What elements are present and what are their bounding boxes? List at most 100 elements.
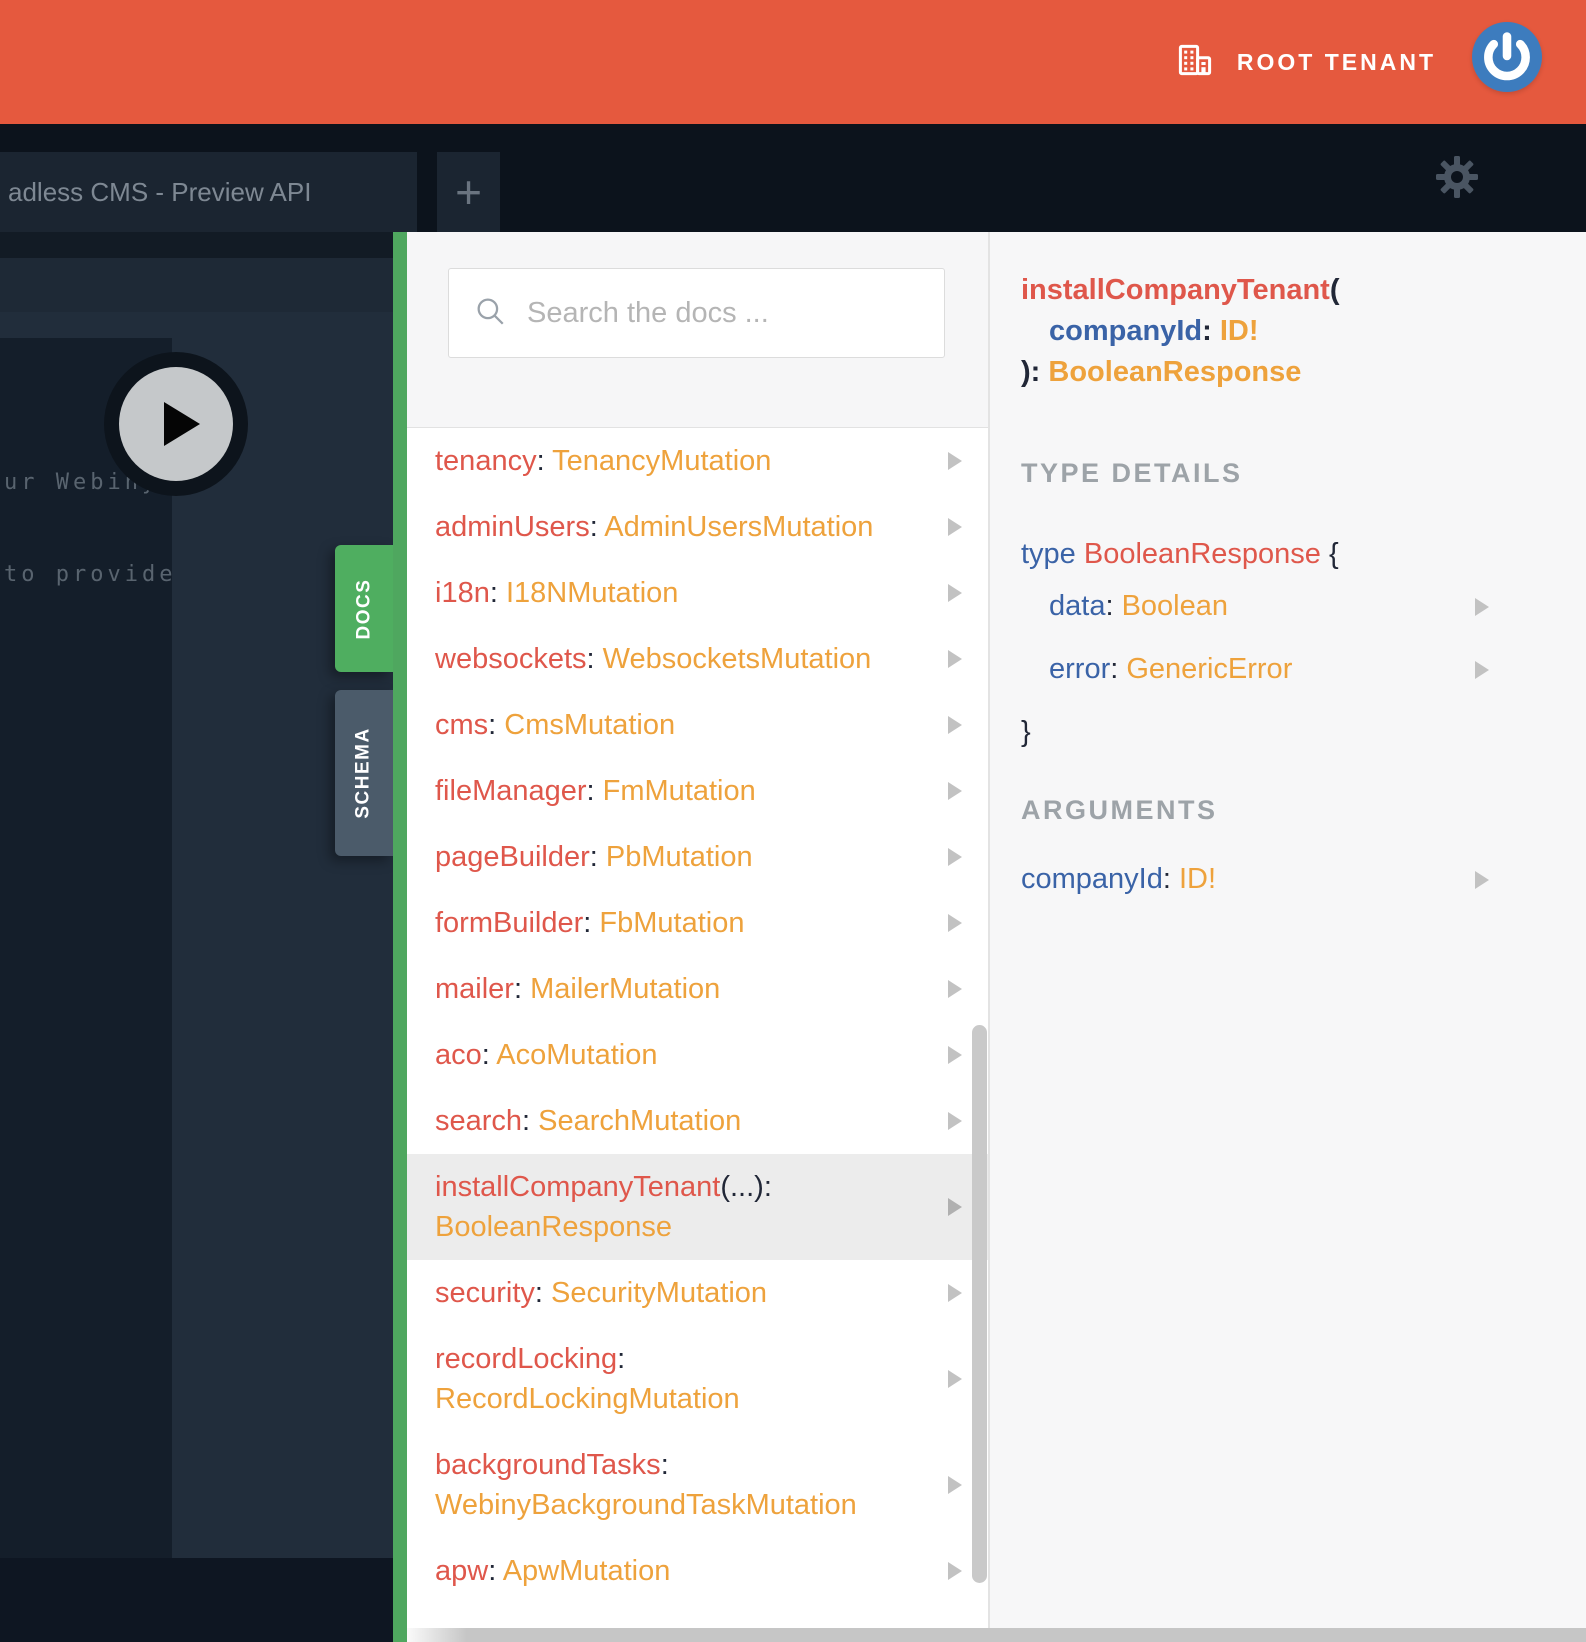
- type-field-type[interactable]: GenericError: [1126, 653, 1292, 685]
- expand-arrow-icon: [1475, 597, 1489, 616]
- field-type: PbMutation: [605, 841, 753, 873]
- field-name: adminUsers: [435, 511, 590, 543]
- play-button[interactable]: [104, 352, 248, 496]
- field-name: backgroundTasks: [435, 1449, 661, 1481]
- expand-arrow-icon: [948, 650, 962, 668]
- docs-list-item-formBuilder[interactable]: formBuilder: FbMutation: [407, 890, 988, 956]
- field-name: security: [435, 1277, 535, 1309]
- type-field-row-error[interactable]: error: GenericError: [1021, 638, 1586, 701]
- punctuation: :: [583, 907, 600, 939]
- code-panel[interactable]: [0, 338, 172, 1558]
- field-name: websockets: [435, 643, 587, 675]
- field-name: recordLocking: [435, 1343, 618, 1375]
- new-tab-button[interactable]: +: [437, 152, 500, 232]
- field-name: apw: [435, 1555, 489, 1587]
- expand-arrow-icon: [948, 1198, 962, 1216]
- editor-top-strip: [0, 232, 393, 258]
- signature-arg-name: companyId: [1049, 315, 1203, 347]
- signature-field-name: installCompanyTenant: [1021, 274, 1330, 306]
- docs-list-item-mailer[interactable]: mailer: MailerMutation: [407, 956, 988, 1022]
- punctuation: :: [586, 643, 603, 675]
- field-name: installCompanyTenant: [435, 1171, 721, 1203]
- type-close-brace: }: [1021, 716, 1031, 748]
- field-detail-panel: installCompanyTenant( companyId: ID! ): …: [990, 232, 1586, 1642]
- field-name: fileManager: [435, 775, 587, 807]
- search-input[interactable]: [527, 296, 907, 330]
- building-icon: [1177, 43, 1213, 82]
- expand-arrow-icon: [948, 782, 962, 800]
- expand-arrow-icon: [1475, 660, 1489, 679]
- field-name: aco: [435, 1039, 482, 1071]
- arguments-heading: ARGUMENTS: [1021, 795, 1218, 825]
- punctuation: :: [660, 1449, 669, 1481]
- punctuation: (...):: [720, 1171, 772, 1203]
- tab-headless-cms-preview-api[interactable]: adless CMS - Preview API: [0, 152, 417, 232]
- docs-list-item-search[interactable]: search: SearchMutation: [407, 1088, 988, 1154]
- settings-gear-icon[interactable]: [1434, 154, 1480, 200]
- punctuation: :: [589, 841, 606, 873]
- docs-list-item-fileManager[interactable]: fileManager: FmMutation: [407, 758, 988, 824]
- field-type: CmsMutation: [504, 709, 676, 741]
- punctuation: :: [536, 445, 553, 477]
- field-name: mailer: [435, 973, 514, 1005]
- field-type: FbMutation: [599, 907, 745, 939]
- docs-list-item-security[interactable]: security: SecurityMutation: [407, 1260, 988, 1326]
- type-field-row-data[interactable]: data: Boolean: [1021, 575, 1586, 638]
- docs-list-item-recordLocking[interactable]: recordLocking: RecordLockingMutation: [407, 1326, 988, 1432]
- query-editor-area: ur Webiny to provide: [0, 232, 393, 1642]
- field-name: tenancy: [435, 445, 537, 477]
- play-icon: [119, 367, 233, 481]
- field-type: AcoMutation: [496, 1039, 658, 1071]
- horizontal-scrollbar[interactable]: [407, 1628, 1586, 1642]
- punctuation: :: [513, 973, 531, 1005]
- field-type: SearchMutation: [538, 1105, 742, 1137]
- field-type: I18NMutation: [505, 577, 679, 609]
- punctuation: :: [589, 511, 605, 543]
- type-name[interactable]: BooleanResponse: [1084, 538, 1321, 570]
- tenant-selector[interactable]: ROOT TENANT: [1177, 0, 1436, 124]
- docs-list-item-apw[interactable]: apw: ApwMutation: [407, 1538, 988, 1604]
- docs-list-item-installCompanyTenant[interactable]: installCompanyTenant(...): BooleanRespon…: [407, 1154, 988, 1260]
- mutations-list: tenancy: TenancyMutation adminUsers: Adm…: [407, 428, 988, 1604]
- docs-list-item-websockets[interactable]: websockets: WebsocketsMutation: [407, 626, 988, 692]
- field-type: FmMutation: [602, 775, 756, 807]
- docs-list-item-adminUsers[interactable]: adminUsers: AdminUsersMutation: [407, 494, 988, 560]
- docs-list-item-tenancy[interactable]: tenancy: TenancyMutation: [407, 428, 988, 494]
- signature-return-type[interactable]: BooleanResponse: [1048, 356, 1301, 388]
- punctuation: :: [488, 709, 505, 741]
- docs-list-item-pageBuilder[interactable]: pageBuilder: PbMutation: [407, 824, 988, 890]
- power-icon: [1472, 22, 1542, 96]
- docs-list-item-backgroundTasks[interactable]: backgroundTasks: WebinyBackgroundTaskMut…: [407, 1432, 988, 1538]
- expand-arrow-icon: [948, 1476, 962, 1494]
- argument-row-companyId[interactable]: companyId: ID!: [1021, 848, 1586, 911]
- tenant-label: ROOT TENANT: [1236, 48, 1436, 75]
- expand-arrow-icon: [948, 584, 962, 602]
- user-avatar-button[interactable]: [1472, 22, 1542, 92]
- docs-list-item-aco[interactable]: aco: AcoMutation: [407, 1022, 988, 1088]
- signature-arg-type[interactable]: ID!: [1220, 315, 1259, 347]
- field-type: ApwMutation: [502, 1555, 671, 1587]
- expand-arrow-icon: [948, 1112, 962, 1130]
- field-type: RecordLockingMutation: [435, 1383, 740, 1415]
- field-name: cms: [435, 709, 489, 741]
- type-definition-line: type BooleanResponse {: [1021, 538, 1339, 570]
- playground-content: ur Webiny to provide DOCS SCHEMA Search …: [0, 232, 1586, 1642]
- docs-search[interactable]: [448, 268, 945, 358]
- argument-type[interactable]: ID!: [1179, 863, 1216, 895]
- graphql-playground-window: ROOT TENANT adless CMS - Preview API + u…: [0, 0, 1586, 1642]
- type-field-type[interactable]: Boolean: [1122, 590, 1228, 622]
- docs-list-item-cms[interactable]: cms: CmsMutation: [407, 692, 988, 758]
- docs-panel-accent-bar: [393, 232, 407, 1642]
- search-icon: [473, 294, 507, 333]
- tab-schema[interactable]: SCHEMA: [335, 690, 393, 856]
- expand-arrow-icon: [948, 716, 962, 734]
- editor-bottom-strip: [0, 1558, 393, 1642]
- tab-docs[interactable]: DOCS: [335, 545, 393, 672]
- docs-list-item-i18n[interactable]: i18n: I18NMutation: [407, 560, 988, 626]
- field-type: TenancyMutation: [552, 445, 772, 477]
- field-type: WebinyBackgroundTaskMutation: [435, 1489, 857, 1521]
- vertical-scrollbar[interactable]: [972, 1025, 987, 1583]
- punctuation: :: [489, 577, 506, 609]
- expand-arrow-icon: [948, 452, 962, 470]
- field-type: SecurityMutation: [551, 1277, 768, 1309]
